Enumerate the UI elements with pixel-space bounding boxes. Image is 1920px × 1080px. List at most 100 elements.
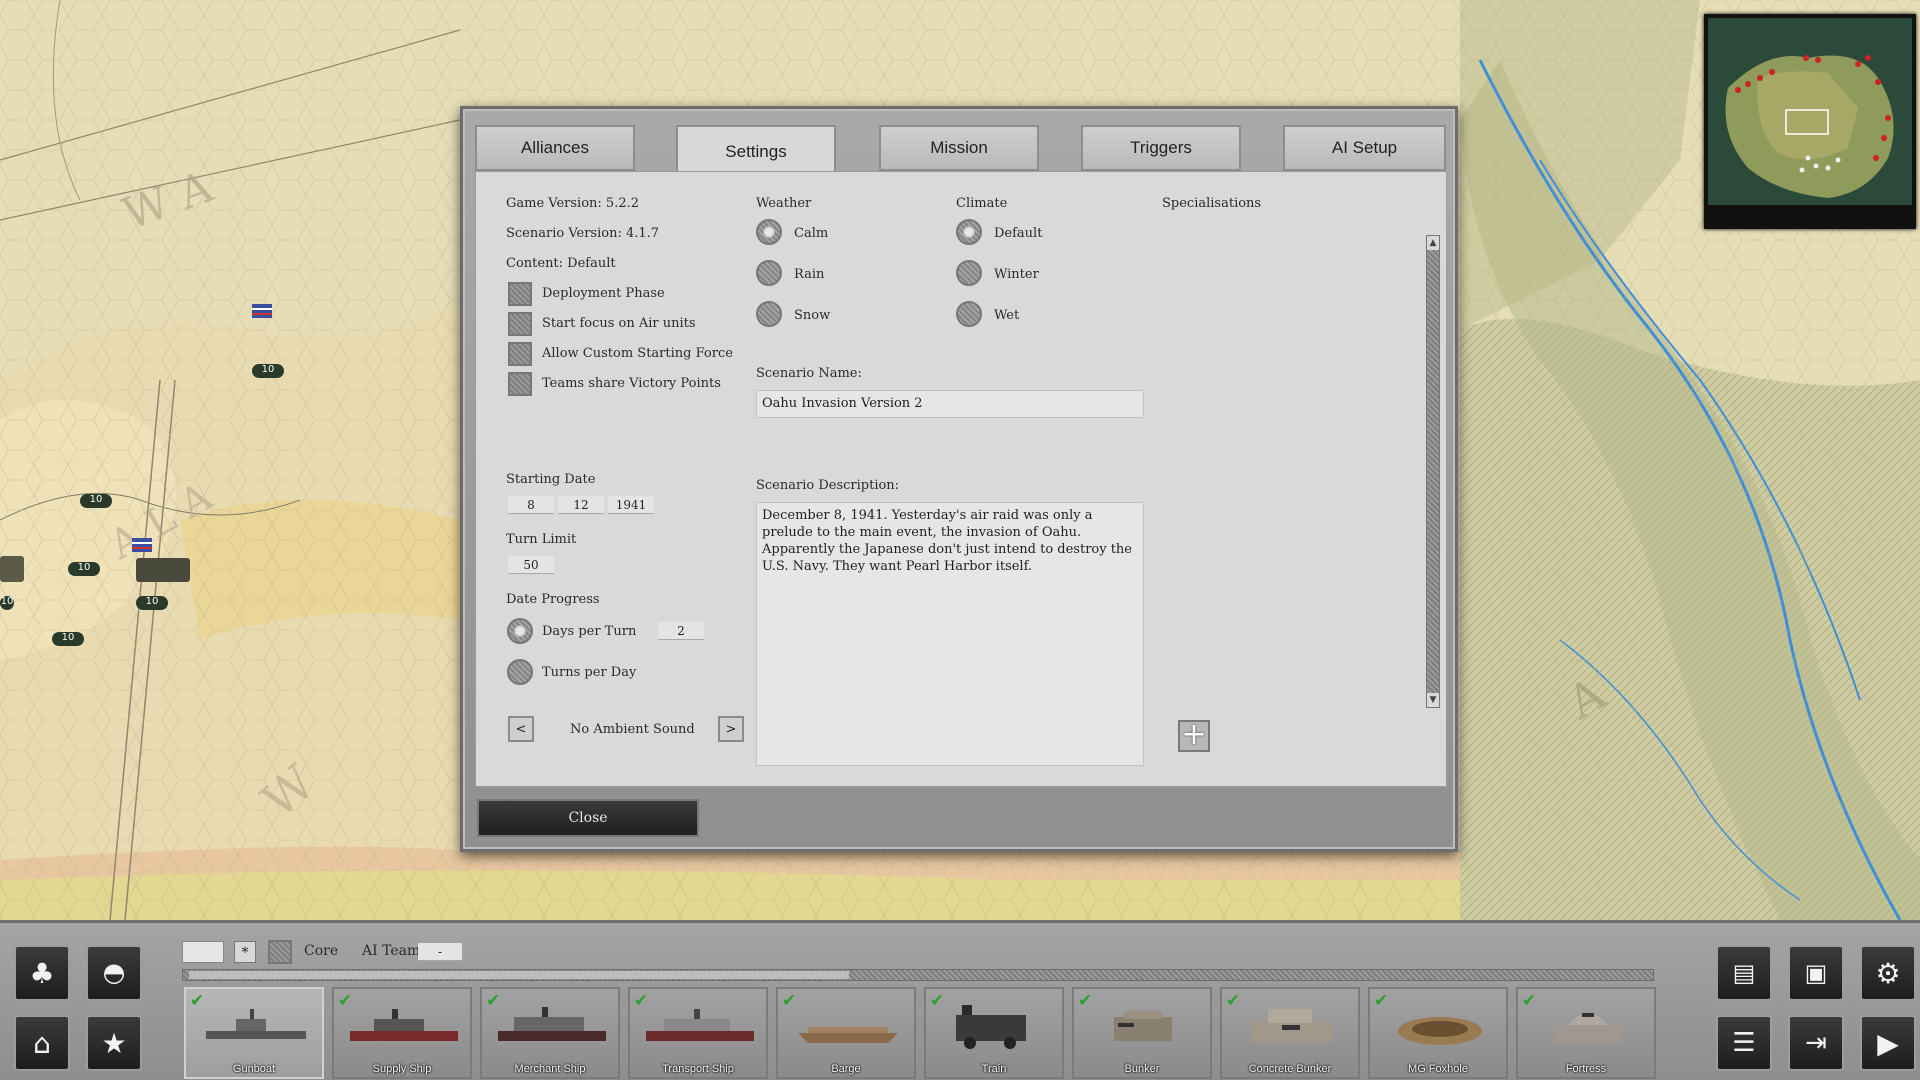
tab-mission[interactable]: Mission	[879, 125, 1039, 171]
unit-scrollbar[interactable]	[182, 969, 1654, 981]
unit-card-bunker[interactable]: ✔ Bunker	[1072, 987, 1212, 1079]
minimap[interactable]	[1704, 14, 1916, 229]
unit-card-mg-foxhole[interactable]: ✔ MG Foxhole	[1368, 987, 1508, 1079]
weather-calm-radio[interactable]	[756, 219, 782, 245]
unit-card-concrete-bunker[interactable]: ✔ Concrete Bunker	[1220, 987, 1360, 1079]
settings-button[interactable]: ⚙	[1860, 945, 1916, 1001]
share-vp-checkbox[interactable]	[508, 372, 532, 396]
date-month-field[interactable]: 12	[558, 496, 604, 514]
home-icon: ⌂	[33, 1026, 51, 1060]
tab-ai-setup[interactable]: AI Setup	[1283, 125, 1446, 171]
train-icon	[956, 1005, 1026, 1049]
unit-name: Barge	[831, 1063, 861, 1075]
scenario-description-label: Scenario Description:	[756, 478, 900, 493]
starting-date-label: Starting Date	[506, 472, 596, 487]
days-per-turn-radio[interactable]	[507, 618, 533, 644]
save-icon: ▣	[1804, 959, 1828, 987]
date-year-field[interactable]: 1941	[608, 496, 654, 514]
helmet-button[interactable]: ◓	[86, 945, 142, 1001]
date-day-field[interactable]: 8	[508, 496, 554, 514]
weather-calm-label: Calm	[794, 226, 829, 241]
fortress-icon	[1554, 1013, 1622, 1043]
climate-label: Climate	[956, 196, 1008, 211]
air-focus-label: Start focus on Air units	[542, 316, 696, 331]
settings-panel: Game Version: 5.2.2 Scenario Version: 4.…	[475, 171, 1447, 787]
ambient-prev-button[interactable]: <	[508, 716, 534, 742]
map-unit[interactable]	[252, 304, 272, 318]
color-swatch[interactable]	[182, 941, 224, 963]
transport-ship-icon	[646, 1009, 754, 1041]
turn-limit-label: Turn Limit	[506, 532, 577, 547]
map-unit[interactable]	[136, 558, 190, 582]
specialisations-scrollbar[interactable]: ▲ ▼	[1426, 235, 1440, 708]
climate-default-label: Default	[994, 226, 1043, 241]
ai-team-field[interactable]: -	[418, 943, 462, 961]
unit-card-transport-ship[interactable]: ✔ Transport Ship	[628, 987, 768, 1079]
custom-force-checkbox[interactable]	[508, 342, 532, 366]
tab-triggers[interactable]: Triggers	[1081, 125, 1241, 171]
climate-wet-label: Wet	[994, 308, 1020, 323]
scenario-name-input[interactable]: Oahu Invasion Version 2	[756, 390, 1144, 418]
map-unit[interactable]	[132, 538, 152, 552]
weather-snow-radio[interactable]	[756, 301, 782, 327]
climate-wet-radio[interactable]	[956, 301, 982, 327]
custom-force-label: Allow Custom Starting Force	[542, 346, 733, 361]
add-specialisation-button[interactable]: +	[1178, 720, 1210, 752]
deployment-phase-checkbox[interactable]	[508, 282, 532, 306]
close-button[interactable]: Close	[477, 799, 699, 837]
gunboat-icon	[206, 1009, 306, 1039]
exit-button[interactable]: ⇥	[1788, 1015, 1844, 1071]
weather-rain-radio[interactable]	[756, 260, 782, 286]
home-button[interactable]: ⌂	[14, 1015, 70, 1071]
climate-default-radio[interactable]	[956, 219, 982, 245]
star-icon: ★	[101, 1026, 127, 1060]
flag-icon	[252, 304, 272, 318]
climate-winter-radio[interactable]	[956, 260, 982, 286]
document-button[interactable]: ▤	[1716, 945, 1772, 1001]
unit-card-merchant-ship[interactable]: ✔ Merchant Ship	[480, 987, 620, 1079]
gear-icon: ⚙	[1875, 956, 1901, 990]
scroll-down-icon[interactable]: ▼	[1427, 693, 1439, 707]
air-focus-checkbox[interactable]	[508, 312, 532, 336]
strength-badge: 10	[52, 632, 84, 646]
star-button[interactable]: ★	[86, 1015, 142, 1071]
unit-card-supply-ship[interactable]: ✔ Supply Ship	[332, 987, 472, 1079]
scrollbar-thumb[interactable]	[189, 971, 849, 979]
save-button[interactable]: ▣	[1788, 945, 1844, 1001]
play-button[interactable]: ▶	[1860, 1015, 1916, 1071]
mg-foxhole-icon	[1398, 1017, 1482, 1045]
barge-icon	[798, 1027, 898, 1043]
bottom-toolbar: ♣ ◓ ⌂ ★ * Core AI Team - ✔ Gunboat ✔ Supply…	[0, 920, 1920, 1080]
unit-card-barge[interactable]: ✔ Barge	[776, 987, 916, 1079]
strength-badge: 10	[0, 596, 14, 610]
scenario-description-input[interactable]: December 8, 1941. Yesterday's air raid w…	[756, 502, 1144, 766]
tree-button[interactable]: ♣	[14, 945, 70, 1001]
strength-badge: 10	[136, 596, 168, 610]
unit-name: Concrete Bunker	[1248, 1063, 1332, 1075]
core-checkbox[interactable]	[268, 940, 292, 964]
scroll-up-icon[interactable]: ▲	[1427, 236, 1439, 250]
turn-limit-field[interactable]: 50	[508, 556, 554, 574]
unit-name: Supply Ship	[372, 1063, 432, 1075]
unit-name: Merchant Ship	[514, 1063, 586, 1075]
unit-card-train[interactable]: ✔ Train	[924, 987, 1064, 1079]
turns-per-day-radio[interactable]	[507, 659, 533, 685]
ambient-next-button[interactable]: >	[718, 716, 744, 742]
date-progress-label: Date Progress	[506, 592, 600, 607]
tab-alliances[interactable]: Alliances	[475, 125, 635, 171]
scenario-version: Scenario Version: 4.1.7	[506, 226, 660, 241]
days-per-turn-field[interactable]: 2	[658, 622, 704, 640]
list-button[interactable]: ☰	[1716, 1015, 1772, 1071]
star-toggle[interactable]: *	[234, 941, 256, 963]
play-icon: ▶	[1877, 1026, 1899, 1060]
supply-ship-icon	[350, 1009, 458, 1041]
weather-rain-label: Rain	[794, 267, 825, 282]
unit-card-fortress[interactable]: ✔ Fortress	[1516, 987, 1656, 1079]
unit-card-gunboat[interactable]: ✔ Gunboat	[184, 987, 324, 1079]
unit-name: Gunboat	[232, 1063, 276, 1075]
map-unit[interactable]	[0, 556, 24, 582]
tab-settings[interactable]: Settings	[676, 125, 836, 177]
weather-snow-label: Snow	[794, 308, 831, 323]
share-vp-label: Teams share Victory Points	[542, 376, 721, 391]
unit-name: Transport Ship	[662, 1063, 734, 1075]
